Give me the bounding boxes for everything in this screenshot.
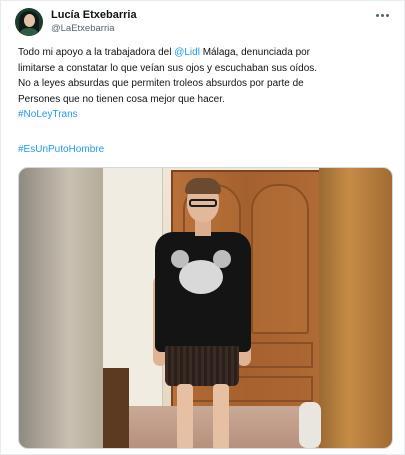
hashtag-link[interactable]: #EsUnPutoHombre [18,144,104,155]
tweet-text-segment: Málaga, denunciada por [199,47,311,58]
tweet-text: Todo mi apoyo a la trabajadora del @Lidl… [18,45,393,123]
tweet-line-1: Todo mi apoyo a la trabajadora del @Lidl… [18,45,393,61]
tweet-line-3: No a leyes absurdas que permiten troleos… [18,78,304,89]
tweet-photo[interactable] [18,167,393,449]
mention-link[interactable]: @Lidl [174,47,200,58]
more-options-icon[interactable] [372,7,392,23]
author-display-name[interactable]: Lucía Etxebarria [51,9,137,21]
tweet-line-2: limitarse a constatar lo que veían sus o… [18,62,318,74]
avatar[interactable] [15,8,43,36]
tweet-line-4: Persones que no tienen cosa mejor que ha… [18,93,225,105]
hashtag-link[interactable]: #NoLeyTrans [18,107,393,123]
author-handle[interactable]: @LaEtxebarria [51,23,115,34]
tweet-text-segment: Todo mi apoyo a la trabajadora del [18,47,175,58]
tweet-card: Lucía Etxebarria @LaEtxebarria Todo mi a… [0,0,405,455]
